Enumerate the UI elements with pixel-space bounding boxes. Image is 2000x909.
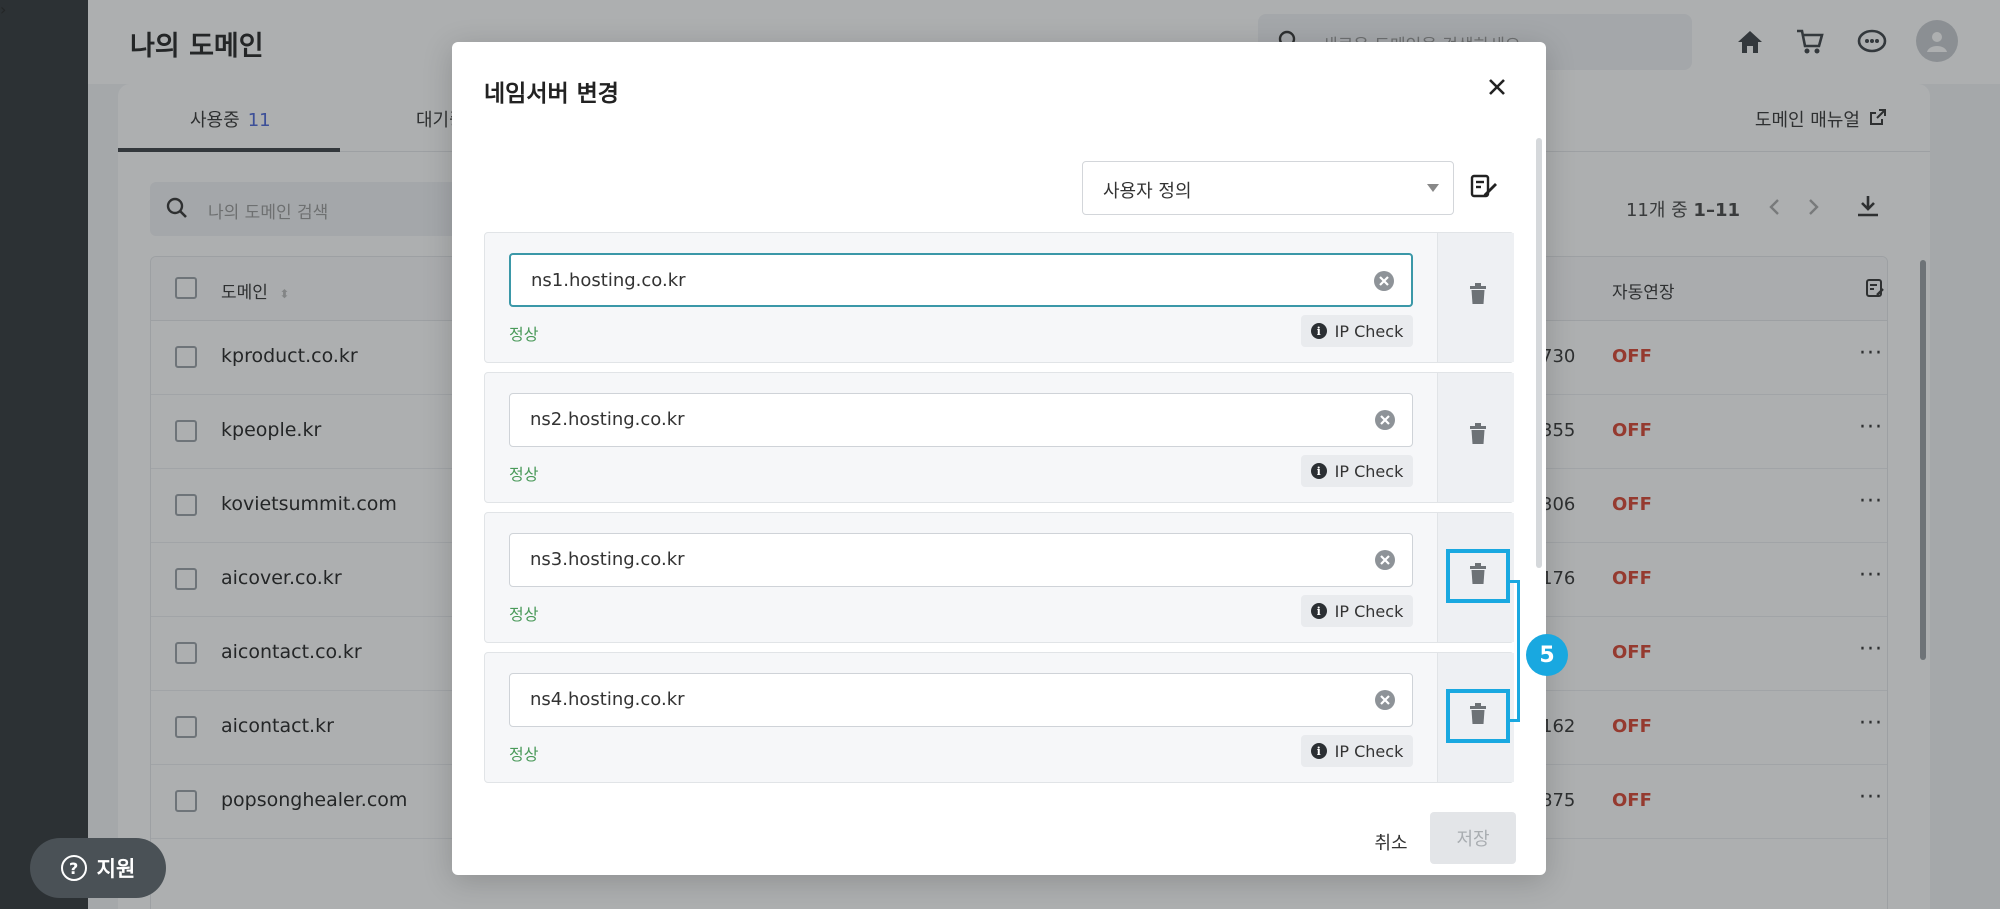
ip-check-label: IP Check — [1334, 321, 1404, 341]
ip-check-button[interactable]: i IP Check — [1301, 315, 1413, 347]
clear-icon[interactable] — [1373, 270, 1395, 292]
nameserver-list: ns1.hosting.co.kr 정상 i IP Check ns2.hosting.… — [452, 232, 1546, 802]
nameserver-value: ns1.hosting.co.kr — [531, 270, 686, 291]
annotation-bracket — [1508, 580, 1520, 722]
delete-button[interactable] — [1446, 689, 1510, 743]
nameserver-preset-select[interactable]: 사용자 정의 — [1082, 161, 1454, 215]
ip-check-label: IP Check — [1334, 461, 1404, 481]
clear-icon[interactable] — [1374, 689, 1396, 711]
edit-note-icon[interactable] — [1470, 172, 1502, 204]
nameserver-input[interactable]: ns1.hosting.co.kr — [509, 253, 1413, 307]
trash-icon — [1469, 283, 1487, 309]
nameserver-value: ns2.hosting.co.kr — [530, 409, 685, 430]
dropdown-arrow-icon — [1427, 184, 1439, 192]
ip-check-button[interactable]: i IP Check — [1301, 455, 1413, 487]
nameserver-input[interactable]: ns3.hosting.co.kr — [509, 533, 1413, 587]
ip-check-button[interactable]: i IP Check — [1301, 735, 1413, 767]
nameserver-item: ns2.hosting.co.kr 정상 i IP Check — [484, 372, 1514, 503]
trash-icon — [1469, 423, 1487, 449]
nameserver-input[interactable]: ns2.hosting.co.kr — [509, 393, 1413, 447]
delete-button[interactable] — [1446, 269, 1510, 323]
delete-button[interactable] — [1446, 549, 1510, 603]
nameserver-item: ns4.hosting.co.kr 정상 i IP Check — [484, 652, 1514, 783]
nameserver-value: ns3.hosting.co.kr — [530, 549, 685, 570]
select-value: 사용자 정의 — [1103, 181, 1192, 202]
ip-check-label: IP Check — [1334, 741, 1404, 761]
delete-column — [1437, 233, 1514, 362]
nameserver-status: 정상 — [509, 745, 539, 764]
dialog-scrollbar[interactable] — [1536, 138, 1542, 568]
delete-column — [1437, 513, 1514, 642]
ip-check-label: IP Check — [1334, 601, 1404, 621]
nameserver-input[interactable]: ns4.hosting.co.kr — [509, 673, 1413, 727]
info-icon: i — [1310, 463, 1327, 479]
nameserver-item: ns3.hosting.co.kr 정상 i IP Check — [484, 512, 1514, 643]
save-button[interactable]: 저장 — [1430, 812, 1516, 864]
support-button[interactable]: ? 지원 — [30, 838, 166, 898]
nameserver-status: 정상 — [509, 605, 539, 624]
trash-icon — [1469, 563, 1487, 589]
info-icon: i — [1310, 323, 1327, 339]
info-icon: i — [1310, 743, 1327, 759]
question-icon: ? — [60, 855, 87, 881]
delete-column — [1437, 653, 1514, 782]
delete-button[interactable] — [1446, 409, 1510, 463]
clear-icon[interactable] — [1374, 409, 1396, 431]
nameserver-value: ns4.hosting.co.kr — [530, 689, 685, 710]
nameserver-item: ns1.hosting.co.kr 정상 i IP Check — [484, 232, 1514, 363]
support-button-label: 지원 — [96, 857, 136, 881]
cancel-button[interactable]: 취소 — [1356, 820, 1426, 864]
close-icon[interactable] — [1482, 72, 1512, 102]
delete-column — [1437, 373, 1514, 502]
clear-icon[interactable] — [1374, 549, 1396, 571]
info-icon: i — [1310, 603, 1327, 619]
nameserver-status: 정상 — [509, 465, 539, 484]
dialog-title: 네임서버 변경 — [484, 81, 619, 107]
ip-check-button[interactable]: i IP Check — [1301, 595, 1413, 627]
nameserver-status: 정상 — [509, 325, 539, 344]
annotation-badge: 5 — [1526, 634, 1568, 676]
nameserver-change-dialog: 네임서버 변경 사용자 정의 ns1.hosting.co.kr 정상 i IP Ch… — [452, 42, 1546, 875]
dialog-footer: 취소 저장 — [452, 802, 1546, 875]
trash-icon — [1469, 703, 1487, 729]
